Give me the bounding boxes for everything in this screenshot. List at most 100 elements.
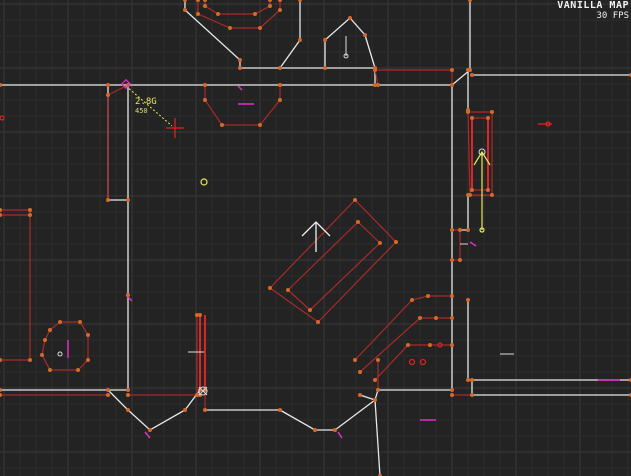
vertex-icon[interactable] (323, 38, 327, 42)
vertex-icon[interactable] (470, 73, 474, 77)
vertex-icon[interactable] (466, 378, 470, 382)
vertex-icon[interactable] (468, 0, 472, 2)
vertex-icon[interactable] (373, 378, 377, 382)
vertex-icon[interactable] (238, 58, 242, 62)
vertex-icon[interactable] (126, 393, 130, 397)
vertex-icon[interactable] (353, 358, 357, 362)
vertex-icon[interactable] (378, 241, 382, 245)
vertex-icon[interactable] (203, 0, 207, 2)
vertex-icon[interactable] (278, 0, 282, 2)
vertex-icon[interactable] (468, 193, 472, 197)
vertex-icon[interactable] (228, 26, 232, 30)
vertex-icon[interactable] (450, 343, 454, 347)
vertex-icon[interactable] (196, 0, 200, 2)
vertex-icon[interactable] (76, 368, 80, 372)
vertex-icon[interactable] (394, 240, 398, 244)
vertex-icon[interactable] (28, 358, 32, 362)
vertex-icon[interactable] (353, 198, 357, 202)
vertex-icon[interactable] (148, 428, 152, 432)
vertex-icon[interactable] (470, 116, 474, 120)
vertex-icon[interactable] (428, 343, 432, 347)
player-start-arrow-up-icon[interactable] (301, 221, 331, 252)
vertex-icon[interactable] (253, 12, 257, 16)
vertex-icon[interactable] (106, 198, 110, 202)
vertex-icon[interactable] (490, 193, 494, 197)
vertex-icon[interactable] (490, 110, 494, 114)
vertex-icon[interactable] (486, 188, 490, 192)
vertex-icon[interactable] (470, 378, 474, 382)
vertex-icon[interactable] (418, 316, 422, 320)
vertex-icon[interactable] (278, 408, 282, 412)
vertex-icon[interactable] (410, 298, 414, 302)
vertex-icon[interactable] (48, 368, 52, 372)
vertex-icon[interactable] (450, 258, 454, 262)
vertex-icon[interactable] (426, 294, 430, 298)
vertex-icon[interactable] (373, 398, 377, 402)
vertex-icon[interactable] (376, 358, 380, 362)
vertex-icon[interactable] (486, 116, 490, 120)
vertex-icon[interactable] (203, 98, 207, 102)
vertex-icon[interactable] (278, 83, 282, 87)
vertex-icon[interactable] (468, 68, 472, 72)
map-grid[interactable] (0, 0, 631, 476)
vertex-icon[interactable] (126, 408, 130, 412)
vertex-icon[interactable] (0, 208, 2, 212)
vertex-icon[interactable] (58, 320, 62, 324)
vertex-icon[interactable] (203, 4, 207, 8)
vertex-icon[interactable] (106, 93, 110, 97)
vertex-icon[interactable] (358, 393, 362, 397)
vertex-icon[interactable] (268, 286, 272, 290)
vertex-icon[interactable] (313, 428, 317, 432)
vertex-icon[interactable] (466, 298, 470, 302)
vertex-icon[interactable] (28, 208, 32, 212)
vertex-icon[interactable] (278, 8, 282, 12)
vertex-icon[interactable] (323, 66, 327, 70)
vertex-icon[interactable] (40, 353, 44, 357)
vertex-icon[interactable] (376, 83, 380, 87)
vertex-icon[interactable] (0, 393, 2, 397)
vertex-icon[interactable] (195, 313, 199, 317)
vertex-icon[interactable] (466, 110, 470, 114)
vertex-icon[interactable] (220, 123, 224, 127)
vertex-icon[interactable] (183, 8, 187, 12)
vertex-icon[interactable] (348, 16, 352, 20)
vertex-icon[interactable] (216, 12, 220, 16)
vertex-icon[interactable] (183, 408, 187, 412)
vertex-icon[interactable] (450, 68, 454, 72)
vertex-icon[interactable] (0, 388, 2, 392)
vertex-icon[interactable] (450, 388, 454, 392)
vertex-icon[interactable] (278, 66, 282, 70)
vertex-icon[interactable] (373, 68, 377, 72)
map-editor-viewport[interactable]: 2.8G 450 VANILLA MAP 30 FPS (0, 0, 631, 476)
vertex-icon[interactable] (86, 333, 90, 337)
vertex-icon[interactable] (238, 66, 242, 70)
vertex-icon[interactable] (286, 288, 290, 292)
vertex-icon[interactable] (333, 428, 337, 432)
vertex-icon[interactable] (450, 228, 454, 232)
vertex-icon[interactable] (203, 83, 207, 87)
vertex-icon[interactable] (126, 293, 130, 297)
vertex-icon[interactable] (78, 320, 82, 324)
vertex-icon[interactable] (458, 228, 462, 232)
vertex-icon[interactable] (203, 408, 207, 412)
vertex-icon[interactable] (450, 316, 454, 320)
vertex-icon[interactable] (363, 33, 367, 37)
vertex-icon[interactable] (406, 343, 410, 347)
vertex-icon[interactable] (358, 370, 362, 374)
vertex-icon[interactable] (0, 213, 2, 217)
vertex-icon[interactable] (196, 12, 200, 16)
vertex-icon[interactable] (308, 308, 312, 312)
vertex-icon[interactable] (278, 98, 282, 102)
vertex-icon[interactable] (126, 198, 130, 202)
vertex-icon[interactable] (298, 38, 302, 42)
vertex-icon[interactable] (268, 0, 272, 2)
vertex-icon[interactable] (258, 26, 262, 30)
vertex-icon[interactable] (356, 220, 360, 224)
vertex-icon[interactable] (126, 388, 130, 392)
vertex-icon[interactable] (183, 0, 187, 2)
vertex-icon[interactable] (106, 83, 110, 87)
vertex-icon[interactable] (0, 358, 2, 362)
vertex-icon[interactable] (106, 393, 110, 397)
vertex-icon[interactable] (458, 258, 462, 262)
vertex-icon[interactable] (450, 83, 454, 87)
